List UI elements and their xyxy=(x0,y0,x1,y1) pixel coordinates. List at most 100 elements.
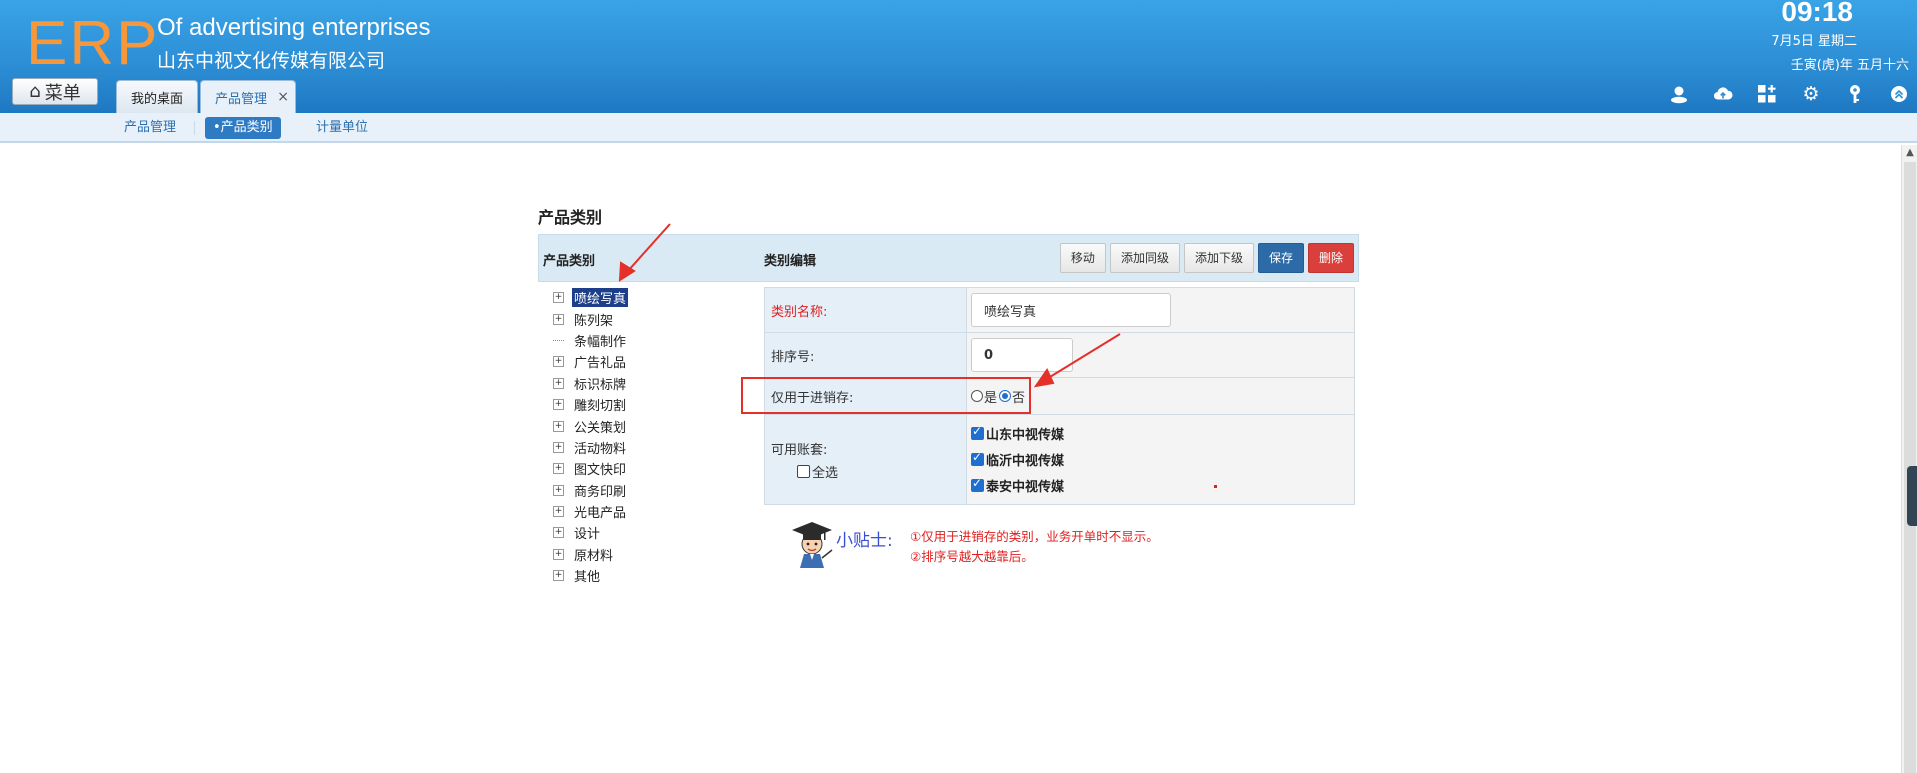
accounts-label: 可用账套: xyxy=(771,442,828,458)
inventory-no-label[interactable]: 否 xyxy=(1012,387,1025,406)
tree-node-label[interactable]: 雕刻切割 xyxy=(572,395,628,414)
tree-node[interactable]: + 商务印刷 xyxy=(553,480,628,501)
tree-node-label[interactable]: 光电产品 xyxy=(572,502,628,521)
subnav-divider xyxy=(194,121,195,135)
form-row-accounts: 可用账套: 全选 山东中视传媒 临沂中视传媒 泰安中视传媒 xyxy=(765,415,1354,504)
account-option[interactable]: 临沂中视传媒 xyxy=(971,447,1064,473)
tree-node-label[interactable]: 公关策划 xyxy=(572,417,628,436)
tree-node-label[interactable]: 其他 xyxy=(572,566,602,585)
select-all-label[interactable]: 全选 xyxy=(812,462,838,481)
expand-icon[interactable]: + xyxy=(553,420,564,432)
account-label[interactable]: 山东中视传媒 xyxy=(986,424,1064,443)
inventory-yes-radio[interactable] xyxy=(971,390,983,402)
tab-desktop[interactable]: 我的桌面 xyxy=(116,80,198,113)
vertical-scrollbar[interactable]: ▲ xyxy=(1901,145,1917,773)
category-edit-form: 类别名称: 排序号: 仅用于进销存: 是 否 可用账套: 全选 山东中视传媒 临… xyxy=(764,287,1355,505)
tree-node-label[interactable]: 标识标牌 xyxy=(572,374,628,393)
add-sibling-button[interactable]: 添加同级 xyxy=(1109,243,1180,273)
inventory-only-label: 仅用于进销存: xyxy=(765,378,967,414)
scroll-up-icon[interactable]: ▲ xyxy=(1902,145,1917,161)
expand-icon[interactable]: + xyxy=(553,356,564,368)
expand-icon[interactable]: + xyxy=(553,463,564,475)
menu-button[interactable]: ⌂ 菜单 xyxy=(12,78,98,105)
tree-node-label[interactable]: 喷绘写真 xyxy=(572,288,629,308)
tree-node[interactable]: + 其他 xyxy=(553,565,628,586)
tree-node-label[interactable]: 活动物料 xyxy=(572,438,628,457)
home-icon: ⌂ xyxy=(29,81,41,102)
tree-header: 产品类别 xyxy=(543,254,596,269)
tree-node[interactable]: + 广告礼品 xyxy=(553,351,628,372)
tree-node-label[interactable]: 原材料 xyxy=(572,545,615,564)
settings-icon[interactable]: ⚙ xyxy=(1801,84,1821,104)
account-checkbox[interactable] xyxy=(971,450,984,466)
tree-node-label[interactable]: 陈列架 xyxy=(572,310,615,329)
tree-node[interactable]: + 标识标牌 xyxy=(553,373,628,394)
tree-node-label[interactable]: 图文快印 xyxy=(572,459,628,478)
expand-icon[interactable]: + xyxy=(553,377,564,389)
sort-order-input[interactable] xyxy=(971,338,1073,372)
collapse-icon[interactable] xyxy=(1889,84,1909,104)
subnav-item-unit[interactable]: 计量单位 xyxy=(308,117,376,139)
expand-icon[interactable]: + xyxy=(553,527,564,539)
account-label[interactable]: 泰安中视传媒 xyxy=(986,476,1064,495)
tree-node[interactable]: + 设计 xyxy=(553,522,628,543)
expand-icon[interactable]: + xyxy=(553,399,564,411)
form-row-inventory: 仅用于进销存: 是 否 xyxy=(765,378,1354,415)
apps-icon[interactable] xyxy=(1757,84,1777,104)
tree-node[interactable]: + 图文快印 xyxy=(553,458,628,479)
move-button[interactable]: 移动 xyxy=(1059,243,1106,273)
account-checkbox[interactable] xyxy=(971,476,984,492)
tree-node[interactable]: + 雕刻切割 xyxy=(553,394,628,415)
cloud-upload-icon[interactable] xyxy=(1713,84,1733,104)
company-name-en: Of advertising enterprises xyxy=(157,14,431,41)
account-label[interactable]: 临沂中视传媒 xyxy=(986,450,1064,469)
action-buttons: 移动 添加同级 添加下级 保存 删除 xyxy=(1059,243,1354,273)
expand-icon[interactable]: + xyxy=(553,484,564,496)
subnav-item-product-management[interactable]: 产品管理 xyxy=(116,117,184,139)
tree-node-label[interactable]: 商务印刷 xyxy=(572,481,628,500)
expand-icon[interactable]: + xyxy=(553,506,564,518)
tab-label: 产品管理 xyxy=(215,91,268,107)
expand-icon[interactable]: + xyxy=(553,570,564,582)
save-button[interactable]: 保存 xyxy=(1257,243,1304,273)
edit-header: 类别编辑 xyxy=(764,254,817,269)
side-panel-handle[interactable] xyxy=(1907,466,1917,526)
page-title: 产品类别 xyxy=(538,208,603,227)
erp-logo: ERP xyxy=(26,9,160,78)
close-icon[interactable]: × xyxy=(277,89,289,105)
expand-icon[interactable]: + xyxy=(553,313,564,325)
account-option[interactable]: 山东中视传媒 xyxy=(971,421,1064,447)
account-checkbox[interactable] xyxy=(971,424,984,440)
tree-node[interactable]: + 公关策划 xyxy=(553,415,628,436)
leaf-connector xyxy=(553,339,564,351)
tab-product-management[interactable]: 产品管理 × xyxy=(200,80,296,113)
expand-icon[interactable]: + xyxy=(553,292,564,304)
header-toolbar: ⚙ xyxy=(1669,84,1909,104)
user-icon[interactable] xyxy=(1669,84,1689,104)
inventory-yes-label[interactable]: 是 xyxy=(984,387,997,406)
expand-icon[interactable]: + xyxy=(553,548,564,560)
delete-button[interactable]: 删除 xyxy=(1307,243,1354,273)
tree-node[interactable]: + 陈列架 xyxy=(553,308,628,329)
tree-node[interactable]: + 原材料 xyxy=(553,544,628,565)
account-option[interactable]: 泰安中视传媒 xyxy=(971,473,1064,499)
inventory-no-radio[interactable] xyxy=(999,390,1012,402)
form-row-name: 类别名称: xyxy=(765,288,1354,333)
select-all-option[interactable]: 全选 xyxy=(771,462,838,481)
add-child-button[interactable]: 添加下级 xyxy=(1183,243,1254,273)
tree-node-label[interactable]: 条幅制作 xyxy=(572,331,628,350)
select-all-checkbox[interactable] xyxy=(797,464,810,478)
expand-icon[interactable]: + xyxy=(553,441,564,453)
tree-node[interactable]: + 光电产品 xyxy=(553,501,628,522)
tree-node[interactable]: + 喷绘写真 xyxy=(553,287,629,308)
key-icon[interactable] xyxy=(1845,84,1865,104)
tree-node[interactable]: + 活动物料 xyxy=(553,437,628,458)
clock-time: 09:18 xyxy=(1781,0,1853,27)
category-name-input[interactable] xyxy=(971,293,1171,327)
subnav-item-product-category[interactable]: •产品类别 xyxy=(205,117,281,139)
tab-label: 我的桌面 xyxy=(131,91,184,107)
tree-node[interactable]: 条幅制作 xyxy=(553,330,628,351)
tree-node-label[interactable]: 广告礼品 xyxy=(572,352,628,371)
tree-node-label[interactable]: 设计 xyxy=(572,523,602,542)
company-name-cn: 山东中视文化传媒有限公司 xyxy=(157,50,386,72)
